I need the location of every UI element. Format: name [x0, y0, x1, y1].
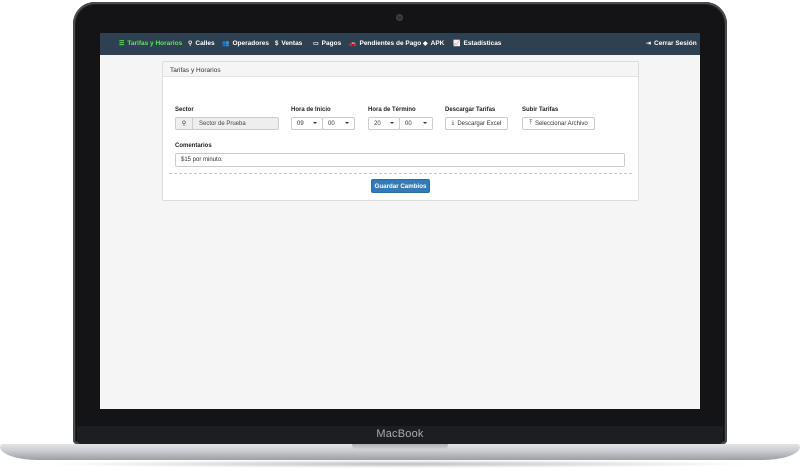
map-marker-icon: ⚲: [176, 118, 193, 129]
laptop-notch: [352, 444, 448, 450]
logout-label: Cerrar Sesión: [654, 40, 697, 47]
screen: ☰ Tarifas y Horarios ⚲ Calles 👥 Operador…: [100, 33, 700, 409]
logout-button[interactable]: ⇥ Cerrar Sesión: [646, 40, 697, 47]
nav-label: Tarifas y Horarios: [127, 40, 183, 47]
download-label: Descargar Tarifas: [445, 107, 496, 113]
laptop-shadow: [40, 460, 760, 468]
nav-label: Estadísticas: [463, 40, 502, 47]
list-icon: ☰: [119, 40, 125, 47]
nav-item-pagos[interactable]: ▭ Pagos: [313, 40, 341, 47]
sign-out-icon: ⇥: [646, 40, 652, 47]
end-time-label: Hora de Término: [368, 107, 416, 113]
users-icon: 👥: [222, 40, 230, 47]
start-minute-value: 00: [328, 120, 335, 127]
car-icon: 🚗: [349, 40, 357, 47]
upload-button-label: Seleccionar Archivo: [534, 120, 588, 127]
nav-item-ventas[interactable]: $ Ventas: [275, 40, 302, 47]
save-changes-button[interactable]: Guardar Cambios: [371, 179, 430, 193]
end-minute-select[interactable]: 00: [399, 117, 433, 130]
upload-label: Subir Tarifas: [522, 107, 559, 113]
start-time-label: Hora de Inicio: [291, 107, 331, 113]
caret-down-icon: [345, 122, 349, 124]
select-file-button[interactable]: ⤒ Seleccionar Archivo: [522, 117, 595, 130]
nav-label: Calles: [195, 40, 215, 47]
upload-icon: ⤒: [529, 120, 532, 126]
sector-label: Sector: [175, 107, 194, 113]
panel-title: Tarifas y Horarios: [163, 62, 638, 77]
download-excel-button[interactable]: ⤓ Descargar Excel: [445, 117, 508, 130]
nav-label: Operadores: [232, 40, 269, 47]
sector-field: ⚲ Sector de Prueba: [175, 117, 279, 130]
end-hour-value: 20: [374, 120, 381, 127]
brand-label: MacBook: [376, 428, 424, 440]
start-hour-select[interactable]: 09: [291, 117, 323, 130]
nav-label: Pagos: [321, 40, 342, 47]
divider: [169, 173, 632, 174]
android-icon: ◆: [423, 40, 428, 47]
navbar: ☰ Tarifas y Horarios ⚲ Calles 👥 Operador…: [100, 33, 700, 55]
camera-icon: [396, 14, 403, 21]
start-minute-select[interactable]: 00: [322, 117, 355, 130]
nav-label: Ventas: [281, 40, 303, 47]
end-hour-select[interactable]: 20: [368, 117, 400, 130]
nav-item-pendientes[interactable]: 🚗 Pendientes de Pago: [349, 40, 421, 47]
comments-input[interactable]: $15 por minuto.: [175, 153, 625, 167]
end-minute-value: 00: [405, 120, 412, 127]
money-icon: ▭: [313, 40, 319, 47]
caret-down-icon: [390, 122, 394, 124]
caret-down-icon: [313, 122, 317, 124]
map-marker-icon: ⚲: [188, 40, 193, 47]
download-icon: ⤓: [451, 120, 455, 126]
nav-item-estadisticas[interactable]: 📈 Estadísticas: [453, 40, 501, 47]
dollar-icon: $: [275, 40, 279, 47]
download-button-label: Descargar Excel: [457, 120, 502, 127]
sector-value: Sector de Prueba: [199, 120, 246, 127]
nav-item-calles[interactable]: ⚲ Calles: [188, 40, 215, 47]
start-hour-value: 09: [297, 120, 304, 127]
nav-item-apk[interactable]: ◆ APK: [423, 40, 444, 47]
chart-icon: 📈: [453, 40, 461, 47]
nav-item-operadores[interactable]: 👥 Operadores: [222, 40, 269, 47]
caret-down-icon: [423, 122, 427, 124]
nav-label: APK: [430, 40, 445, 47]
tarifas-panel: Tarifas y Horarios Sector ⚲ Sector de Pr…: [162, 61, 639, 201]
nav-label: Pendientes de Pago: [359, 40, 422, 47]
comments-label: Comentarios: [175, 143, 212, 149]
nav-item-tarifas[interactable]: ☰ Tarifas y Horarios: [119, 40, 182, 47]
